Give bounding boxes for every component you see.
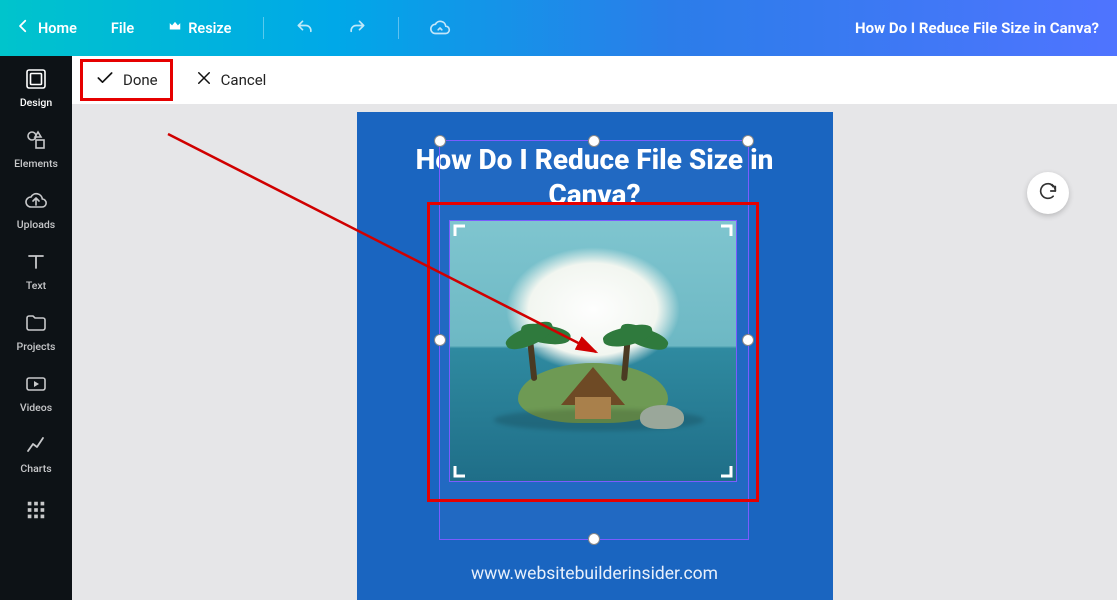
projects-icon	[23, 310, 49, 336]
sidebar-item-elements[interactable]: Elements	[0, 127, 72, 170]
sidebar-rail: Design Elements Uploads Text Projects Vi…	[0, 56, 72, 600]
resize-handle[interactable]	[588, 533, 600, 545]
sidebar-item-label: Design	[20, 96, 52, 109]
home-button[interactable]: Home	[6, 11, 85, 45]
home-label: Home	[38, 20, 77, 37]
chevron-left-icon	[14, 17, 32, 39]
sidebar-item-label: Charts	[20, 462, 51, 475]
apps-grid-icon	[23, 497, 49, 523]
regenerate-button[interactable]	[1027, 172, 1069, 214]
resize-handle[interactable]	[588, 135, 600, 147]
sidebar-item-label: Uploads	[17, 218, 55, 231]
file-label: File	[111, 20, 134, 37]
sidebar-item-videos[interactable]: Videos	[0, 371, 72, 414]
canvas-workarea[interactable]: How Do I Reduce File Size in Canva?	[72, 104, 1117, 600]
crop-handle[interactable]	[715, 224, 733, 242]
document-title[interactable]: How Do I Reduce File Size in Canva?	[855, 0, 1099, 56]
text-icon	[23, 249, 49, 275]
resize-label: Resize	[188, 20, 231, 37]
selected-image[interactable]	[450, 221, 736, 481]
sparkle-refresh-icon	[1037, 180, 1059, 206]
resize-handle[interactable]	[742, 334, 754, 346]
sidebar-item-label: Videos	[20, 401, 52, 414]
crown-icon	[168, 19, 182, 37]
undo-button[interactable]	[288, 11, 322, 45]
sidebar-item-charts[interactable]: Charts	[0, 432, 72, 475]
page-footer-text[interactable]: www.websitebuilderinsider.com	[357, 564, 833, 584]
crop-selection[interactable]	[449, 220, 737, 482]
palm-tree-illustration	[526, 335, 537, 381]
crop-handle[interactable]	[715, 460, 733, 478]
resize-handle[interactable]	[434, 135, 446, 147]
design-icon	[23, 66, 49, 92]
sidebar-item-more[interactable]	[0, 497, 72, 523]
crop-handle[interactable]	[453, 460, 471, 478]
done-label: Done	[123, 71, 158, 89]
sidebar-item-label: Text	[26, 279, 46, 292]
videos-icon	[23, 371, 49, 397]
cancel-button[interactable]: Cancel	[183, 63, 279, 97]
resize-menu[interactable]: Resize	[160, 13, 239, 43]
crop-actionbar: Done Cancel	[72, 56, 1117, 104]
sidebar-item-design[interactable]: Design	[0, 66, 72, 109]
hut-illustration	[561, 367, 625, 419]
divider	[398, 17, 399, 39]
topbar: Home File Resize How Do I Reduce File Si…	[0, 0, 1117, 56]
charts-icon	[23, 432, 49, 458]
done-button[interactable]: Done	[80, 59, 173, 101]
sidebar-item-text[interactable]: Text	[0, 249, 72, 292]
crop-handle[interactable]	[453, 224, 471, 242]
file-menu[interactable]: File	[103, 14, 142, 43]
resize-handle[interactable]	[742, 135, 754, 147]
sidebar-item-projects[interactable]: Projects	[0, 310, 72, 353]
cancel-label: Cancel	[221, 71, 267, 89]
uploads-icon	[23, 188, 49, 214]
sidebar-item-uploads[interactable]: Uploads	[0, 188, 72, 231]
sidebar-item-label: Projects	[17, 340, 56, 353]
sidebar-item-label: Elements	[14, 157, 58, 170]
rock-illustration	[640, 405, 684, 429]
elements-icon	[23, 127, 49, 153]
divider	[263, 17, 264, 39]
topbar-left: Home File Resize	[6, 11, 457, 45]
close-icon	[195, 69, 213, 91]
cloud-sync-icon[interactable]	[423, 11, 457, 45]
resize-handle[interactable]	[434, 334, 446, 346]
check-icon	[95, 68, 115, 92]
redo-button[interactable]	[340, 11, 374, 45]
design-page[interactable]: How Do I Reduce File Size in Canva?	[357, 112, 833, 600]
